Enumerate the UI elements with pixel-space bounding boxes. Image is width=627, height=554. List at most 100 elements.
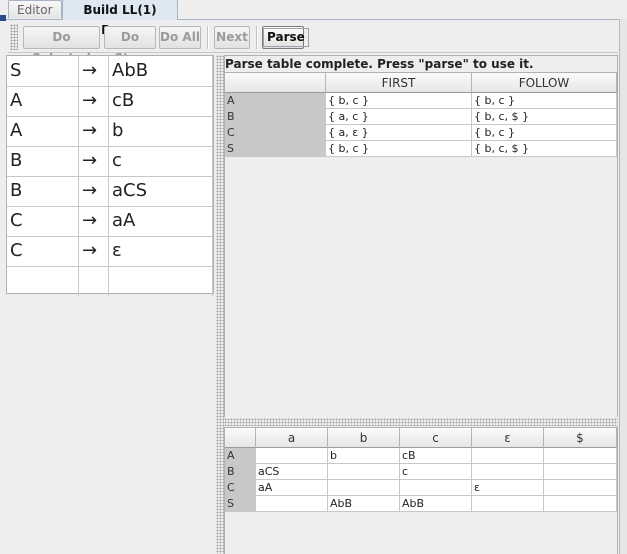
grammar-row[interactable]: S → AbB (7, 56, 213, 87)
grammar-row[interactable]: A → cB (7, 86, 213, 117)
ff-nonterminal: A (225, 93, 326, 109)
grammar-row[interactable]: C → ε (7, 236, 213, 267)
toolbar: Do Selected Do Step Do All Next Parse (8, 22, 618, 65)
first-follow-table: FIRST FOLLOW A { b, c } { b, c } B { a, … (225, 72, 617, 417)
pt-cell[interactable] (328, 464, 400, 480)
pt-cell[interactable] (544, 448, 617, 464)
table-row[interactable]: S AbB AbB (225, 496, 617, 512)
do-step-button[interactable]: Do Step (104, 26, 156, 65)
grammar-rhs: aCS (109, 176, 213, 206)
pt-cell[interactable]: ε (472, 480, 544, 496)
production-arrow-icon: → (79, 56, 109, 86)
table-row[interactable]: A b cB (225, 448, 617, 464)
pt-cell[interactable]: aCS (256, 464, 328, 480)
production-arrow-icon: → (79, 176, 109, 206)
pt-nonterminal: A (225, 448, 256, 464)
table-row[interactable]: C { a, ε } { b, c } (225, 125, 617, 141)
grammar-rhs: AbB (109, 56, 213, 86)
pt-cell[interactable]: aA (256, 480, 328, 496)
grammar-empty-row[interactable] (7, 266, 213, 296)
pt-cell[interactable]: b (328, 448, 400, 464)
grammar-row[interactable]: B → c (7, 146, 213, 177)
next-button[interactable]: Next (214, 26, 250, 49)
do-all-button[interactable]: Do All (159, 26, 201, 49)
grammar-lhs: A (7, 116, 79, 146)
pt-cell[interactable] (256, 448, 328, 464)
ff-follow-cell[interactable]: { b, c } (472, 93, 617, 109)
pt-cell[interactable] (472, 464, 544, 480)
ff-header-follow[interactable]: FOLLOW (472, 73, 617, 93)
pt-cell[interactable] (472, 448, 544, 464)
ff-nonterminal: C (225, 125, 326, 141)
ff-header-first[interactable]: FIRST (326, 73, 472, 93)
parse-button-label: Parse (263, 28, 309, 47)
pt-nonterminal: B (225, 464, 256, 480)
pt-header-c[interactable]: c (400, 428, 472, 448)
pt-cell[interactable] (544, 480, 617, 496)
grammar-row[interactable]: B → aCS (7, 176, 213, 207)
right-panel-edge (619, 19, 627, 554)
ff-nonterminal: B (225, 109, 326, 125)
grammar-rhs: aA (109, 206, 213, 236)
tab-bar: Editor Build LL(1) Parse (0, 0, 627, 37)
pt-header-epsilon[interactable]: ε (472, 428, 544, 448)
vertical-splitter[interactable] (216, 55, 224, 554)
grammar-lhs: A (7, 86, 79, 116)
table-row[interactable]: B aCS c (225, 464, 617, 480)
pt-nonterminal: C (225, 480, 256, 496)
pt-header-corner[interactable] (225, 428, 256, 448)
do-selected-button[interactable]: Do Selected (23, 26, 100, 65)
parse-button[interactable]: Parse (262, 26, 309, 49)
toolbar-grip[interactable] (10, 24, 18, 50)
grammar-rhs-empty (109, 266, 213, 296)
ff-follow-cell[interactable]: { b, c, $ } (472, 109, 617, 125)
pt-cell[interactable]: AbB (400, 496, 472, 512)
pt-cell[interactable]: cB (400, 448, 472, 464)
grammar-lhs: C (7, 206, 79, 236)
ff-nonterminal: S (225, 141, 326, 157)
tab-build-ll1-parse[interactable]: Build LL(1) Parse (62, 0, 178, 37)
grammar-lhs: B (7, 146, 79, 176)
production-arrow-icon: → (79, 146, 109, 176)
ff-first-cell[interactable]: { a, ε } (326, 125, 472, 141)
ff-first-cell[interactable]: { a, c } (326, 109, 472, 125)
grammar-row[interactable]: A → b (7, 116, 213, 147)
grammar-table: S → AbB A → cB A → b B → c B → aCS C → a… (6, 55, 214, 296)
pt-cell[interactable] (544, 464, 617, 480)
tab-editor[interactable]: Editor (8, 0, 62, 18)
pt-header-dollar[interactable]: $ (544, 428, 617, 448)
ff-header-corner[interactable] (225, 73, 326, 93)
grammar-lhs: C (7, 236, 79, 266)
grammar-row[interactable]: C → aA (7, 206, 213, 237)
grammar-rhs: c (109, 146, 213, 176)
ff-follow-cell[interactable]: { b, c } (472, 125, 617, 141)
pt-cell[interactable] (472, 496, 544, 512)
pt-header-b[interactable]: b (328, 428, 400, 448)
ff-follow-cell[interactable]: { b, c, $ } (472, 141, 617, 157)
grammar-rhs: ε (109, 236, 213, 266)
production-arrow-icon: → (79, 86, 109, 116)
pt-cell[interactable] (544, 496, 617, 512)
parse-table: a b c ε $ A b cB B aCS c C aA ε S AbB Ab… (224, 427, 618, 554)
production-arrow-icon: → (79, 206, 109, 236)
table-row[interactable]: B { a, c } { b, c, $ } (225, 109, 617, 125)
table-row[interactable]: S { b, c } { b, c, $ } (225, 141, 617, 157)
pt-header-a[interactable]: a (256, 428, 328, 448)
ff-first-cell[interactable]: { b, c } (326, 141, 472, 157)
toolbar-separator (256, 26, 258, 49)
pt-cell[interactable] (400, 480, 472, 496)
table-row[interactable]: C aA ε (225, 480, 617, 496)
pt-cell[interactable] (256, 496, 328, 512)
horizontal-splitter[interactable] (224, 418, 618, 426)
production-arrow-icon: → (79, 116, 109, 146)
status-message: Parse table complete. Press "parse" to u… (225, 57, 534, 71)
ff-first-cell[interactable]: { b, c } (326, 93, 472, 109)
first-follow-panel: Parse table complete. Press "parse" to u… (224, 55, 618, 417)
table-row[interactable]: A { b, c } { b, c } (225, 93, 617, 109)
grammar-rhs: b (109, 116, 213, 146)
pt-cell[interactable]: AbB (328, 496, 400, 512)
toolbar-separator (207, 26, 209, 49)
pt-cell[interactable] (328, 480, 400, 496)
pt-cell[interactable]: c (400, 464, 472, 480)
pt-nonterminal: S (225, 496, 256, 512)
